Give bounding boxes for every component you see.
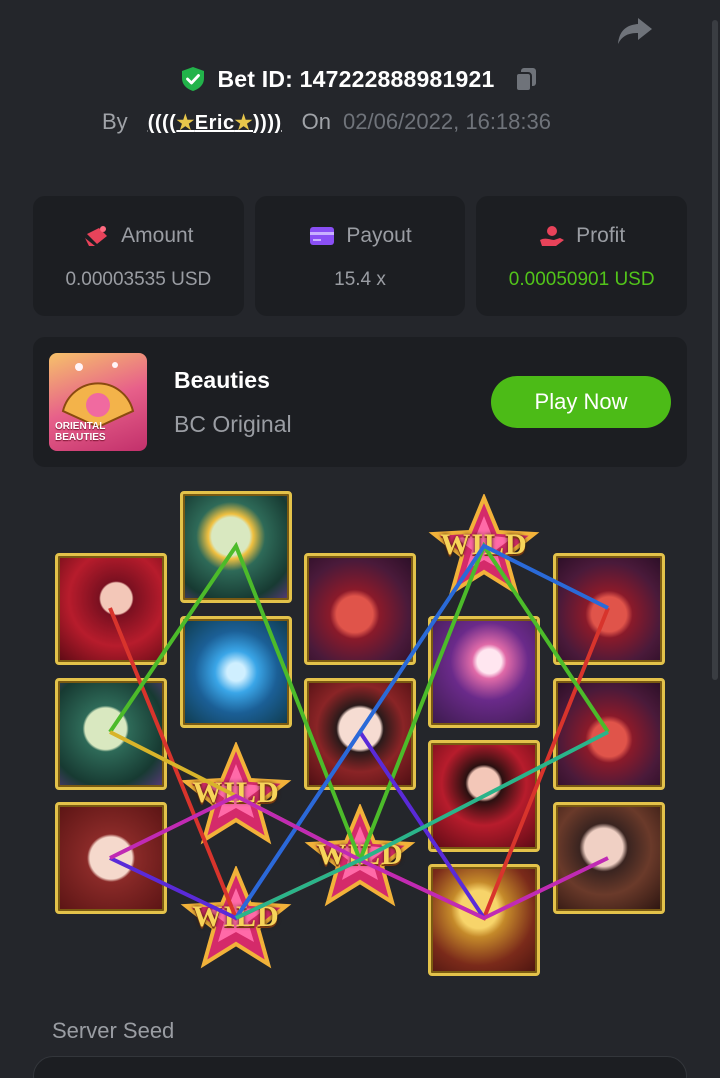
symbol-beauty-white	[55, 802, 167, 914]
symbol-beauty-red	[428, 740, 540, 852]
game-card: ORIENTAL BEAUTIES Beauties BC Original P…	[33, 337, 687, 467]
game-thumbnail[interactable]: ORIENTAL BEAUTIES	[49, 353, 147, 451]
symbol-fan	[55, 678, 167, 790]
server-seed-field[interactable]	[33, 1056, 687, 1078]
bet-detail-panel: Bet ID: 147222888981921 By ((((★Eric★)))…	[0, 0, 720, 1078]
game-provider: BC Original	[174, 411, 292, 437]
bet-id-text: Bet ID: 147222888981921	[217, 65, 495, 92]
stat-profit: Profit 0.00050901 USD	[476, 196, 688, 316]
bet-datetime: 02/06/2022, 16:18:36	[343, 109, 551, 134]
share-icon[interactable]	[616, 14, 654, 46]
game-title[interactable]: Beauties	[174, 367, 270, 394]
symbol-beauty-red	[55, 553, 167, 665]
stat-payout: Payout 15.4 x	[254, 196, 466, 316]
slot-reels: WILD WILD WILD WILD	[0, 480, 720, 990]
symbol-beauty-dark	[553, 802, 665, 914]
symbol-pipa	[553, 553, 665, 665]
wild-label: WILD	[316, 838, 404, 871]
symbol-pipa	[304, 553, 416, 665]
verified-shield-icon	[181, 67, 204, 91]
profit-icon	[540, 226, 565, 246]
symbol-beauty-pale	[304, 678, 416, 790]
wild-label: WILD	[440, 528, 528, 561]
copy-icon[interactable]	[512, 65, 540, 93]
by-label: By	[102, 109, 128, 134]
symbol-fan	[180, 491, 292, 603]
play-now-button[interactable]: Play Now	[491, 376, 671, 428]
symbol-pipa	[553, 678, 665, 790]
stats-row: Amount 0.00003535 USD Payout 15.4 x Prof…	[33, 196, 688, 316]
wild-label: WILD	[192, 776, 280, 809]
user-name-link[interactable]: ((((★Eric★))))	[148, 110, 282, 135]
on-label: On	[301, 109, 332, 134]
stat-amount: Amount 0.00003535 USD	[33, 196, 244, 316]
symbol-lotus-blue	[180, 616, 292, 728]
author-row: By ((((★Eric★)))) On 02/06/2022, 16:18:3…	[102, 104, 551, 140]
bet-id-row: Bet ID: 147222888981921	[0, 62, 720, 96]
payout-icon	[310, 227, 335, 245]
server-seed-label: Server Seed	[52, 1018, 175, 1043]
symbol-comb	[428, 864, 540, 976]
thumbnail-title: ORIENTAL BEAUTIES	[55, 421, 106, 443]
amount-icon	[85, 226, 108, 246]
wild-label: WILD	[192, 900, 280, 933]
amount-value: 0.00003535 USD	[65, 269, 212, 290]
profit-value: 0.00050901 USD	[508, 269, 655, 290]
payout-value: 15.4 x	[334, 269, 386, 290]
symbol-ring	[428, 616, 540, 728]
